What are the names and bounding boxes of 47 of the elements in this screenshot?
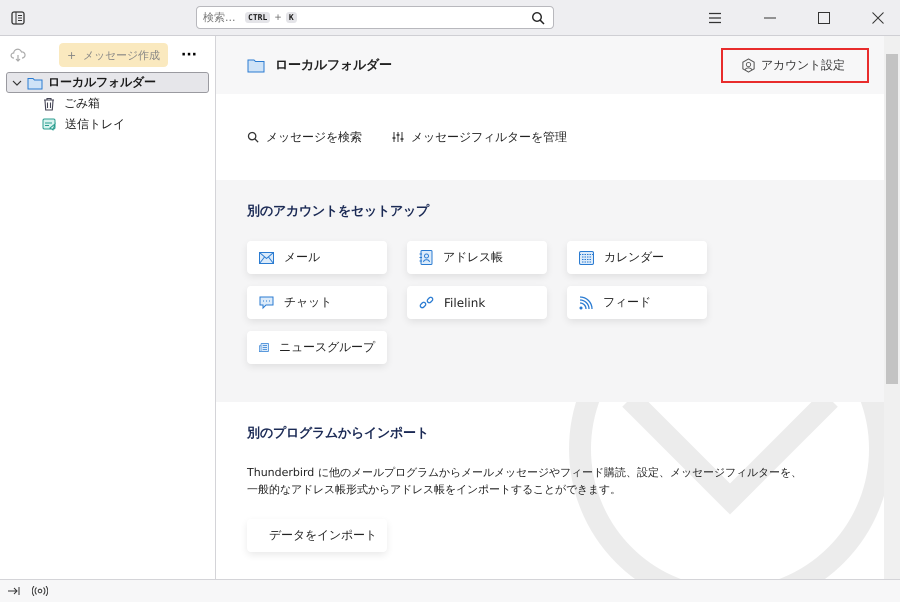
folder-item[interactable]: ごみ箱 xyxy=(6,93,209,114)
folder-icon xyxy=(247,58,265,72)
search-messages-link[interactable]: メッセージを検索 xyxy=(247,128,362,146)
maximize-icon[interactable] xyxy=(818,12,830,24)
account-settings-button[interactable]: アカウント設定 xyxy=(721,48,869,82)
folder-item[interactable]: ローカルフォルダー xyxy=(6,72,209,93)
section-heading: 別のプログラムからインポート xyxy=(247,424,430,442)
chat-bubble-icon xyxy=(259,295,274,310)
search-icon[interactable] xyxy=(531,10,545,24)
setup-card[interactable]: チャット xyxy=(247,286,387,319)
envelope-icon xyxy=(259,252,274,264)
minimize-icon[interactable] xyxy=(764,16,776,18)
setup-card[interactable]: ニュースグループ xyxy=(247,331,387,364)
address-book-icon xyxy=(419,250,433,265)
setup-card[interactable]: Filelink xyxy=(407,286,547,319)
plus-sign: + xyxy=(274,12,282,22)
setup-card[interactable]: カレンダー xyxy=(567,241,707,274)
import-description: Thunderbird に他のメールプログラムからメールメッセージやフィード購読、設定、メッセージフィルターを、一般的なアドレス帳形式からアドレス帳をインポートすることができます。 xyxy=(247,465,803,498)
section-heading: 別のアカウントをセットアップ xyxy=(247,202,431,220)
connection-status-icon[interactable] xyxy=(32,586,48,596)
scrollbar[interactable] xyxy=(884,36,900,579)
setup-card[interactable]: アドレス帳 xyxy=(407,241,547,274)
folder-title: ローカルフォルダー xyxy=(275,57,392,74)
key-cap: K xyxy=(286,12,297,23)
calendar-icon xyxy=(579,250,594,265)
chevron-icon[interactable] xyxy=(12,78,22,88)
feed-icon xyxy=(579,296,593,310)
setup-card[interactable]: フィード xyxy=(567,286,707,319)
outbox-icon xyxy=(42,118,57,132)
collapse-arrow-icon[interactable] xyxy=(8,586,20,596)
search-bar[interactable]: 検索... CTRL + K xyxy=(196,6,554,29)
search-icon xyxy=(247,131,259,143)
folder-icon xyxy=(27,76,43,90)
setup-card[interactable]: メール xyxy=(247,241,387,274)
newspaper-icon xyxy=(259,341,269,354)
more-button[interactable]: ··· xyxy=(175,46,203,64)
close-icon[interactable] xyxy=(872,12,884,24)
trash-icon xyxy=(42,96,56,110)
import-data-button[interactable]: データをインポート xyxy=(247,519,387,552)
menu-icon[interactable] xyxy=(708,12,722,24)
filter-sliders-icon xyxy=(392,131,404,143)
folder-item[interactable]: 送信トレイ xyxy=(6,114,209,135)
account-icon xyxy=(741,58,756,72)
key-cap: CTRL xyxy=(245,12,270,23)
sidebar-toggle-icon[interactable] xyxy=(10,10,26,26)
filters-link[interactable]: メッセージフィルターを管理 xyxy=(392,128,567,146)
link-icon xyxy=(419,295,434,310)
